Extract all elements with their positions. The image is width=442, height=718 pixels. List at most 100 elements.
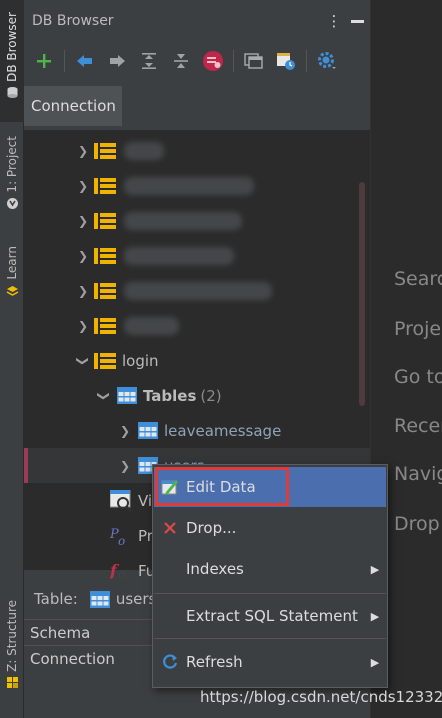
tab-connection[interactable]: Connection [24, 86, 122, 126]
tree-row-tables[interactable]: ❯ Tables (2) [24, 378, 370, 413]
submenu-arrow-icon: ▶ [370, 609, 380, 623]
chevron-right-icon[interactable]: ❯ [118, 424, 132, 438]
expand-all-icon[interactable] [135, 47, 163, 75]
selection-marker [24, 448, 28, 483]
chevron-right-icon[interactable]: ❯ [76, 319, 90, 333]
close-icon [157, 521, 183, 535]
tree-row-schema[interactable]: ❯ [24, 273, 370, 308]
chevron-down-icon[interactable]: ❯ [97, 389, 111, 403]
menu-item-label: Drop... [186, 519, 237, 537]
tool-tab-db-browser[interactable]: DB Browser [0, 0, 24, 122]
tree-row-schema[interactable]: ❯ [24, 168, 370, 203]
tool-tab-db-browser-label: DB Browser [5, 12, 19, 82]
edit-data-icon [157, 478, 183, 496]
submenu-arrow-icon: ▶ [370, 562, 380, 576]
tree-row-schema[interactable]: ❯ [24, 203, 370, 238]
menu-item-drop[interactable]: Drop... [154, 508, 386, 548]
schema-icon [94, 142, 116, 159]
chevron-right-icon[interactable]: ❯ [76, 214, 90, 228]
schema-icon [94, 317, 116, 334]
tool-tab-learn-label: Learn [5, 246, 19, 280]
views-icon [110, 489, 132, 512]
menu-item-label: Refresh [186, 653, 243, 671]
chevron-right-icon[interactable]: ❯ [76, 249, 90, 263]
collapse-all-icon[interactable] [167, 47, 195, 75]
table-detail-value: users [115, 590, 157, 608]
menu-item-label: Indexes [186, 560, 244, 578]
tool-window-strip: DB Browser 1: Project Learn Z: Structure [0, 0, 24, 718]
tree-row-login[interactable]: ❯ login [24, 343, 370, 378]
procedures-label: Pr [138, 526, 153, 545]
schema-icon [94, 352, 116, 369]
editor-hint: Go to [394, 366, 442, 388]
toolbar-separator [306, 50, 307, 72]
add-icon[interactable] [30, 47, 58, 75]
schema-icon [94, 177, 116, 194]
tool-tab-structure-label: Z: Structure [5, 600, 19, 672]
tables-label: Tables [143, 386, 197, 405]
views-label: Vi [138, 491, 153, 510]
chevron-right-icon[interactable]: ❯ [118, 459, 132, 473]
table-detail-label: Table: [34, 590, 78, 608]
schema-name: login [122, 351, 159, 370]
tool-tab-learn[interactable]: Learn [0, 246, 24, 308]
back-icon[interactable] [71, 47, 99, 75]
schedule-icon[interactable] [272, 47, 300, 75]
minimize-button[interactable] [344, 19, 370, 23]
project-icon [5, 197, 19, 211]
tree-row-schema[interactable]: ❯ [24, 133, 370, 168]
panel-header: DB Browser ⋮ [24, 0, 370, 42]
menu-item-edit-data[interactable]: Edit Data [154, 467, 386, 507]
table-icon [89, 590, 110, 608]
menu-item-indexes[interactable]: Indexes ▶ [154, 549, 386, 589]
chevron-right-icon[interactable]: ❯ [76, 144, 90, 158]
schema-icon [94, 212, 116, 229]
sql-console-icon[interactable] [240, 47, 268, 75]
menu-item-refresh[interactable]: Refresh ▶ [154, 642, 386, 682]
panel-title: DB Browser [32, 13, 114, 29]
schema-icon [94, 282, 116, 299]
structure-icon [5, 676, 19, 690]
redacted-schema-name [124, 316, 179, 335]
chevron-right-icon[interactable]: ❯ [76, 284, 90, 298]
menu-item-label: Extract SQL Statement [186, 607, 358, 625]
table-detail: Table: users [34, 588, 156, 610]
forward-icon[interactable] [103, 47, 131, 75]
db-browser-icon [5, 86, 19, 100]
chevron-right-icon[interactable]: ❯ [76, 179, 90, 193]
tree-row-schema[interactable]: ❯ [24, 308, 370, 343]
connection-tab-bar: Connection [24, 86, 370, 126]
tool-tab-project-label: 1: Project [5, 136, 19, 193]
editor-hint: Recen [394, 415, 442, 437]
disconnect-icon[interactable] [199, 47, 227, 75]
table-icon [138, 422, 158, 439]
procedures-icon: Po [110, 527, 125, 547]
tool-tab-project[interactable]: 1: Project [0, 136, 24, 224]
learn-icon [5, 284, 19, 298]
redacted-schema-name [124, 246, 234, 265]
watermark: https://blog.csdn.net/cnds123321 [200, 688, 442, 706]
more-options-icon[interactable]: ⋮ [324, 12, 344, 30]
settings-icon[interactable] [313, 47, 341, 75]
submenu-arrow-icon: ▶ [370, 655, 380, 669]
tables-folder-icon [117, 387, 137, 404]
redacted-schema-name [124, 141, 164, 160]
refresh-icon [157, 653, 183, 671]
context-menu: Edit Data Drop... Indexes ▶ Extract SQL … [152, 464, 388, 688]
editor-hint: Proje [394, 318, 442, 340]
chevron-down-icon[interactable]: ❯ [76, 354, 90, 368]
toolbar-separator [233, 50, 234, 72]
minimize-icon [350, 19, 364, 23]
tree-row-table[interactable]: ❯ leaveamessage [24, 413, 370, 448]
menu-separator [154, 638, 386, 639]
menu-item-label: Edit Data [186, 478, 256, 496]
menu-item-extract-sql[interactable]: Extract SQL Statement ▶ [154, 596, 386, 636]
schema-icon [94, 247, 116, 264]
functions-icon: fo [110, 561, 126, 582]
tree-row-schema[interactable]: ❯ [24, 238, 370, 273]
editor-hint: Searc [394, 268, 442, 290]
svg-text:o: o [118, 534, 125, 547]
redacted-schema-name [124, 281, 272, 300]
redacted-schema-name [124, 211, 242, 230]
tool-tab-structure[interactable]: Z: Structure [0, 600, 24, 700]
